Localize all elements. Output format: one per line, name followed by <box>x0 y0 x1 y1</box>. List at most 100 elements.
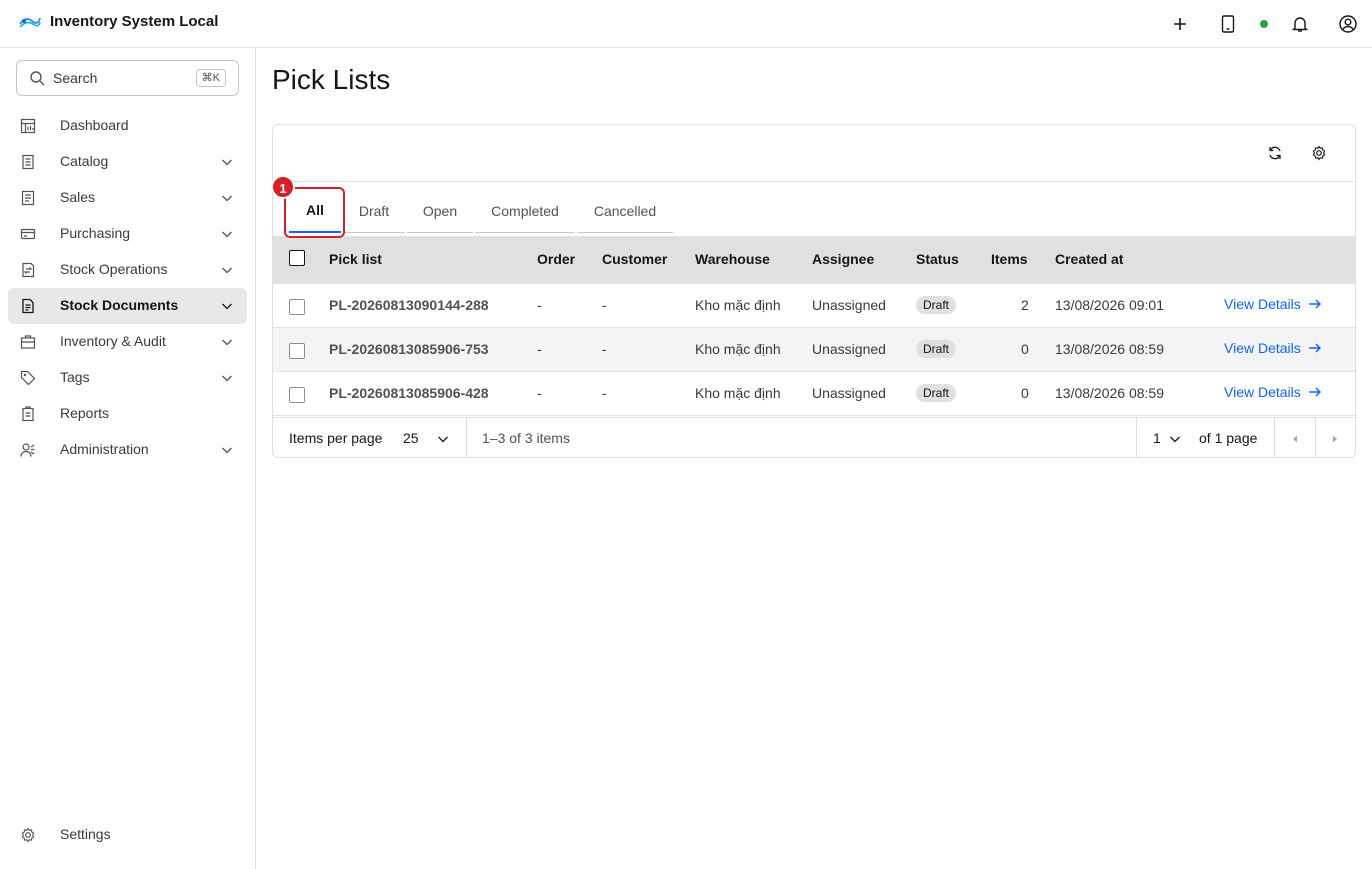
status-badge: Draft <box>916 296 957 314</box>
order-cell: - <box>537 341 542 357</box>
caret-left-icon <box>1293 435 1297 442</box>
sidebar-item-label: Sales <box>60 189 96 205</box>
row-select-checkbox[interactable] <box>289 343 305 359</box>
device-button[interactable] <box>1212 8 1244 40</box>
divider <box>466 418 467 457</box>
tab-open[interactable]: Open <box>407 189 473 233</box>
gear-icon <box>1312 145 1326 161</box>
column-header-status[interactable]: Status <box>916 251 959 267</box>
notifications-button[interactable] <box>1284 8 1316 40</box>
warehouse-cell: Kho mặc định <box>695 297 781 313</box>
column-header-assignee[interactable]: Assignee <box>812 251 874 267</box>
annotation-number-badge: 1 <box>271 175 295 199</box>
sidebar-item-administration[interactable]: Administration <box>8 432 247 468</box>
table-settings-button[interactable] <box>1303 137 1335 169</box>
catalog-icon <box>22 154 34 170</box>
sidebar-item-catalog[interactable]: Catalog <box>8 144 247 180</box>
chevron-down-icon <box>222 303 232 310</box>
created-at-cell: 13/08/2026 08:59 <box>1055 341 1164 357</box>
app-header: Inventory System Local <box>0 0 1372 48</box>
sidebar-item-settings[interactable]: Settings <box>8 817 247 853</box>
column-header-customer[interactable]: Customer <box>602 251 667 267</box>
caret-right-icon <box>1333 435 1337 442</box>
items-count-cell: 0 <box>1021 341 1029 357</box>
table-row[interactable]: PL-20260813090144-288 - - Kho mặc định U… <box>273 284 1355 328</box>
sidebar-item-reports[interactable]: Reports <box>8 396 247 432</box>
tag-icon <box>20 370 36 386</box>
search-icon <box>30 71 45 86</box>
sidebar-item-sales[interactable]: Sales <box>8 180 247 216</box>
tab-completed[interactable]: Completed <box>475 189 575 233</box>
app-logo-icon[interactable] <box>18 12 42 32</box>
page-total-text: of 1 page <box>1199 430 1258 446</box>
chevron-down-icon[interactable] <box>435 431 451 447</box>
items-range-text: 1–3 of 3 items <box>482 430 570 446</box>
user-profile-button[interactable] <box>1332 8 1364 40</box>
gear-icon <box>21 827 35 843</box>
stock-operations-icon <box>22 262 35 278</box>
divider <box>1136 418 1137 457</box>
inventory-audit-icon <box>20 335 36 349</box>
items-per-page-select[interactable]: 25 <box>403 430 419 446</box>
sidebar-item-label: Administration <box>60 441 149 457</box>
sidebar-item-tags[interactable]: Tags <box>8 360 247 396</box>
sidebar-item-purchasing[interactable]: Purchasing <box>8 216 247 252</box>
user-avatar-icon <box>1339 15 1357 33</box>
app-title[interactable]: Inventory System Local <box>50 13 218 30</box>
connection-status-indicator <box>1260 20 1268 28</box>
sidebar-item-stock-operations[interactable]: Stock Operations <box>8 252 247 288</box>
search-input[interactable]: Search ⌘K <box>16 60 239 96</box>
row-select-checkbox[interactable] <box>289 299 305 315</box>
column-header-pick-list[interactable]: Pick list <box>329 251 382 267</box>
table-header: Pick list Order Customer Warehouse Assig… <box>273 236 1355 284</box>
sidebar-item-inventory-audit[interactable]: Inventory & Audit <box>8 324 247 360</box>
sidebar-item-label: Stock Operations <box>60 261 168 277</box>
chevron-down-icon <box>222 339 232 346</box>
order-cell: - <box>537 297 542 313</box>
column-header-created-at[interactable]: Created at <box>1055 251 1123 267</box>
items-count-cell: 2 <box>1021 297 1029 313</box>
arrow-right-icon <box>1308 299 1321 309</box>
column-header-items[interactable]: Items <box>991 251 1028 267</box>
view-details-link[interactable]: View Details <box>1224 296 1323 312</box>
chevron-down-icon[interactable] <box>1167 431 1183 447</box>
sidebar: Search ⌘K Dashboard Catalog Sales Purcha… <box>0 48 256 869</box>
plus-icon <box>1174 18 1186 30</box>
view-details-label: View Details <box>1224 296 1301 312</box>
add-button[interactable] <box>1164 8 1196 40</box>
refresh-button[interactable] <box>1259 137 1291 169</box>
pick-lists-table-card: All Draft Open Completed Cancelled Pick … <box>272 124 1356 458</box>
chevron-down-icon <box>222 447 232 454</box>
next-page-button[interactable] <box>1315 418 1355 457</box>
search-placeholder: Search <box>53 70 98 86</box>
page-select[interactable]: 1 <box>1153 430 1161 446</box>
previous-page-button[interactable] <box>1275 418 1315 457</box>
assignee-cell: Unassigned <box>812 297 886 313</box>
warehouse-cell: Kho mặc định <box>695 385 781 401</box>
search-shortcut-badge: ⌘K <box>195 69 226 87</box>
page-title: Pick Lists <box>272 64 391 95</box>
sidebar-item-label: Settings <box>60 826 111 842</box>
tab-cancelled[interactable]: Cancelled <box>577 189 673 233</box>
chevron-down-icon <box>222 195 232 202</box>
view-details-link[interactable]: View Details <box>1224 384 1323 400</box>
sidebar-item-dashboard[interactable]: Dashboard <box>8 108 247 144</box>
arrow-right-icon <box>1308 387 1321 397</box>
pick-list-id: PL-20260813090144-288 <box>329 297 489 313</box>
notification-icon <box>1291 17 1309 32</box>
table-row[interactable]: PL-20260813085906-753 - - Kho mặc định U… <box>273 328 1355 372</box>
items-per-page-label: Items per page <box>289 430 383 446</box>
column-header-warehouse[interactable]: Warehouse <box>695 251 770 267</box>
select-all-checkbox[interactable] <box>289 250 305 266</box>
sidebar-item-label: Tags <box>60 369 90 385</box>
row-select-checkbox[interactable] <box>289 387 305 403</box>
table-row[interactable]: PL-20260813085906-428 - - Kho mặc định U… <box>273 372 1355 416</box>
view-details-link[interactable]: View Details <box>1224 340 1323 356</box>
tab-draft[interactable]: Draft <box>343 189 405 233</box>
view-details-label: View Details <box>1224 340 1301 356</box>
purchasing-icon <box>20 228 36 240</box>
sidebar-item-stock-documents[interactable]: Stock Documents <box>8 288 247 324</box>
column-header-order[interactable]: Order <box>537 251 575 267</box>
dashboard-icon <box>20 118 36 134</box>
administration-icon <box>20 443 35 457</box>
